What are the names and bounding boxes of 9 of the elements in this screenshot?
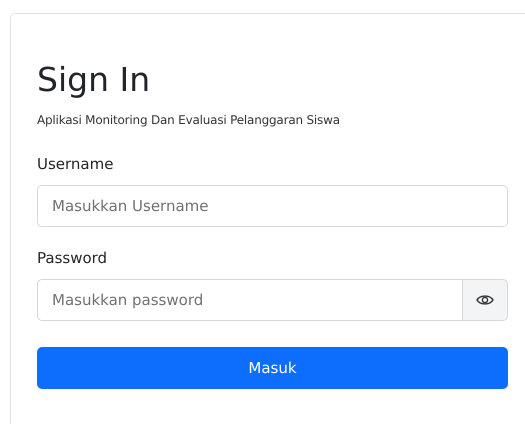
field-label: Password (37, 249, 108, 267)
app-subtitle: Aplikasi Monitoring Dan Evaluasi Pelanggaran Siswa (37, 113, 341, 127)
sign-in-title: Sign In (37, 59, 152, 101)
field-label: Username (37, 155, 114, 173)
submit-button[interactable]: Masuk (37, 347, 508, 389)
eye-icon (476, 294, 494, 306)
show-password-button[interactable] (463, 279, 508, 321)
password-field[interactable]: Masukkan password (37, 279, 463, 321)
username-field[interactable]: Masukkan Username (37, 185, 508, 227)
